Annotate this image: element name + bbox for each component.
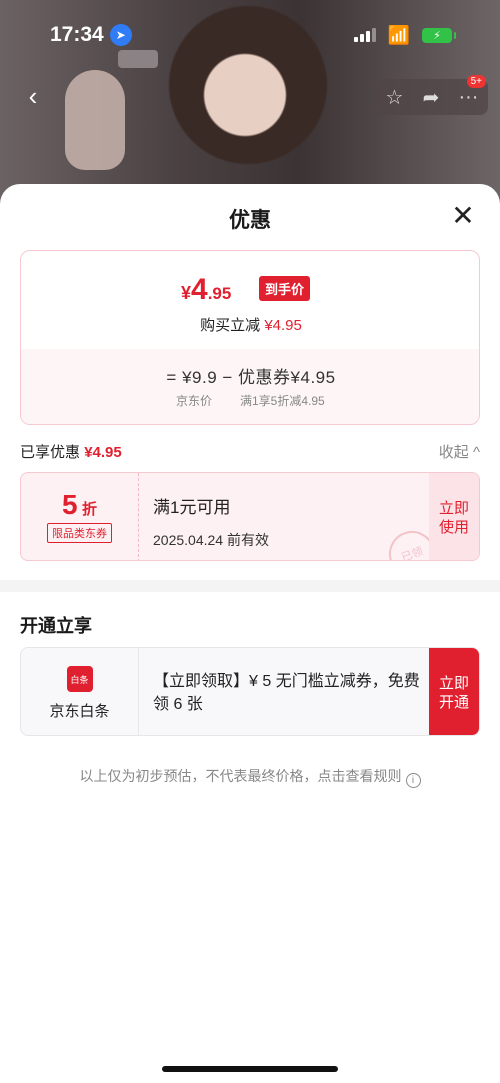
- coupon-discount: 5 折: [21, 489, 138, 521]
- price-card: ¥4.95 到手价 购买立减 ¥4.95 = ¥9.9 − 优惠券¥4.95 京…: [20, 250, 480, 425]
- collapse-button[interactable]: 收起 ^: [439, 441, 480, 462]
- baitiao-logo-icon: 白条: [66, 666, 93, 692]
- use-coupon-button[interactable]: 立即使用: [429, 473, 479, 560]
- open-section-title: 开通立享: [20, 616, 92, 636]
- price-formula-area: = ¥9.9 − 优惠券¥4.95 京东价 满1享5折减4.95: [21, 349, 479, 424]
- price-top: ¥4.95 到手价 购买立减 ¥4.95: [21, 251, 479, 349]
- coupon-rule: 满1享5折减4.95: [240, 394, 325, 408]
- final-price: ¥4.95: [181, 273, 231, 307]
- baitiao-name: 京东白条: [49, 703, 110, 720]
- battery-charging-icon: ⚡: [422, 27, 456, 43]
- star-icon[interactable]: ☆: [386, 85, 404, 110]
- jd-price-label: 京东价: [176, 394, 213, 408]
- top-nav: ‹ ☆ ➦ ··· 5+: [0, 75, 500, 119]
- open-baitiao-button[interactable]: 立即开通: [429, 648, 479, 735]
- info-icon[interactable]: i: [405, 773, 421, 788]
- coupon-card: 5 折 限品类东券 满1元可用 2025.04.24 前有效 已领 立即使用: [20, 472, 480, 561]
- status-time: 17:34: [50, 23, 104, 46]
- enjoyed-label: 已享优惠: [20, 444, 81, 461]
- buy-reduce-line: 购买立减 ¥4.95: [21, 314, 479, 335]
- status-icons: 📶 ⚡: [353, 24, 456, 46]
- coupon-discount-unit: 折: [82, 501, 98, 518]
- baitiao-brand: 白条 京东白条: [21, 648, 139, 735]
- nav-actions: ☆ ➦ ··· 5+: [376, 75, 488, 115]
- disclaimer-text: 以上仅为初步预估，不代表最终价格，点击查看规则: [79, 768, 402, 784]
- buy-reduce-value: ¥4.95: [264, 317, 302, 334]
- coupon-discount-value: 5: [61, 489, 78, 520]
- coupon-info: 满1元可用 2025.04.24 前有效: [153, 493, 269, 550]
- close-icon[interactable]: ✕: [450, 202, 476, 230]
- discount-sheet: 优惠 ✕ ¥4.95 到手价 购买立减 ¥4.95 = ¥9.9 − 优惠券¥4…: [0, 184, 500, 1083]
- coupon-discount-area: 5 折 限品类东券: [21, 473, 139, 560]
- disclaimer[interactable]: 以上仅为初步预估，不代表最终价格，点击查看规则 i: [0, 766, 500, 788]
- coupon-condition: 满1元可用: [153, 498, 231, 517]
- final-price-dec: .95: [207, 284, 232, 303]
- currency-symbol: ¥: [181, 283, 192, 303]
- wifi-icon: 📶: [387, 24, 410, 45]
- signal-icon: [353, 28, 376, 42]
- share-icon[interactable]: ➦: [423, 85, 440, 110]
- sheet-title: 优惠: [229, 209, 271, 232]
- status-time-group: 17:34 ➤: [50, 23, 132, 47]
- more-badge: 5+: [466, 75, 486, 88]
- coupon-category: 限品类东券: [47, 523, 112, 543]
- buy-reduce-label: 购买立减: [200, 317, 261, 334]
- baitiao-promo: 【立即领取】¥ 5 无门槛立减券，免费领 6 张: [153, 673, 420, 713]
- enjoyed-discount: 已享优惠 ¥4.95: [20, 441, 122, 462]
- final-price-tag: 到手价: [259, 276, 311, 301]
- home-indicator: [162, 1066, 338, 1072]
- location-arrow-icon: ➤: [109, 24, 132, 46]
- final-price-int: 4: [191, 273, 208, 306]
- more-icon[interactable]: ···: [458, 86, 478, 109]
- status-bar: 17:34 ➤ 📶 ⚡: [0, 0, 500, 70]
- enjoyed-value: ¥4.95: [84, 444, 122, 461]
- price-formula: = ¥9.9 − 优惠券¥4.95: [166, 368, 336, 387]
- section-divider: [0, 580, 500, 592]
- chevron-left-icon[interactable]: ‹: [18, 81, 48, 111]
- coupon-validity: 2025.04.24 前有效: [153, 532, 269, 548]
- baitiao-card: 白条 京东白条 【立即领取】¥ 5 无门槛立减券，免费领 6 张 立即开通: [20, 647, 480, 736]
